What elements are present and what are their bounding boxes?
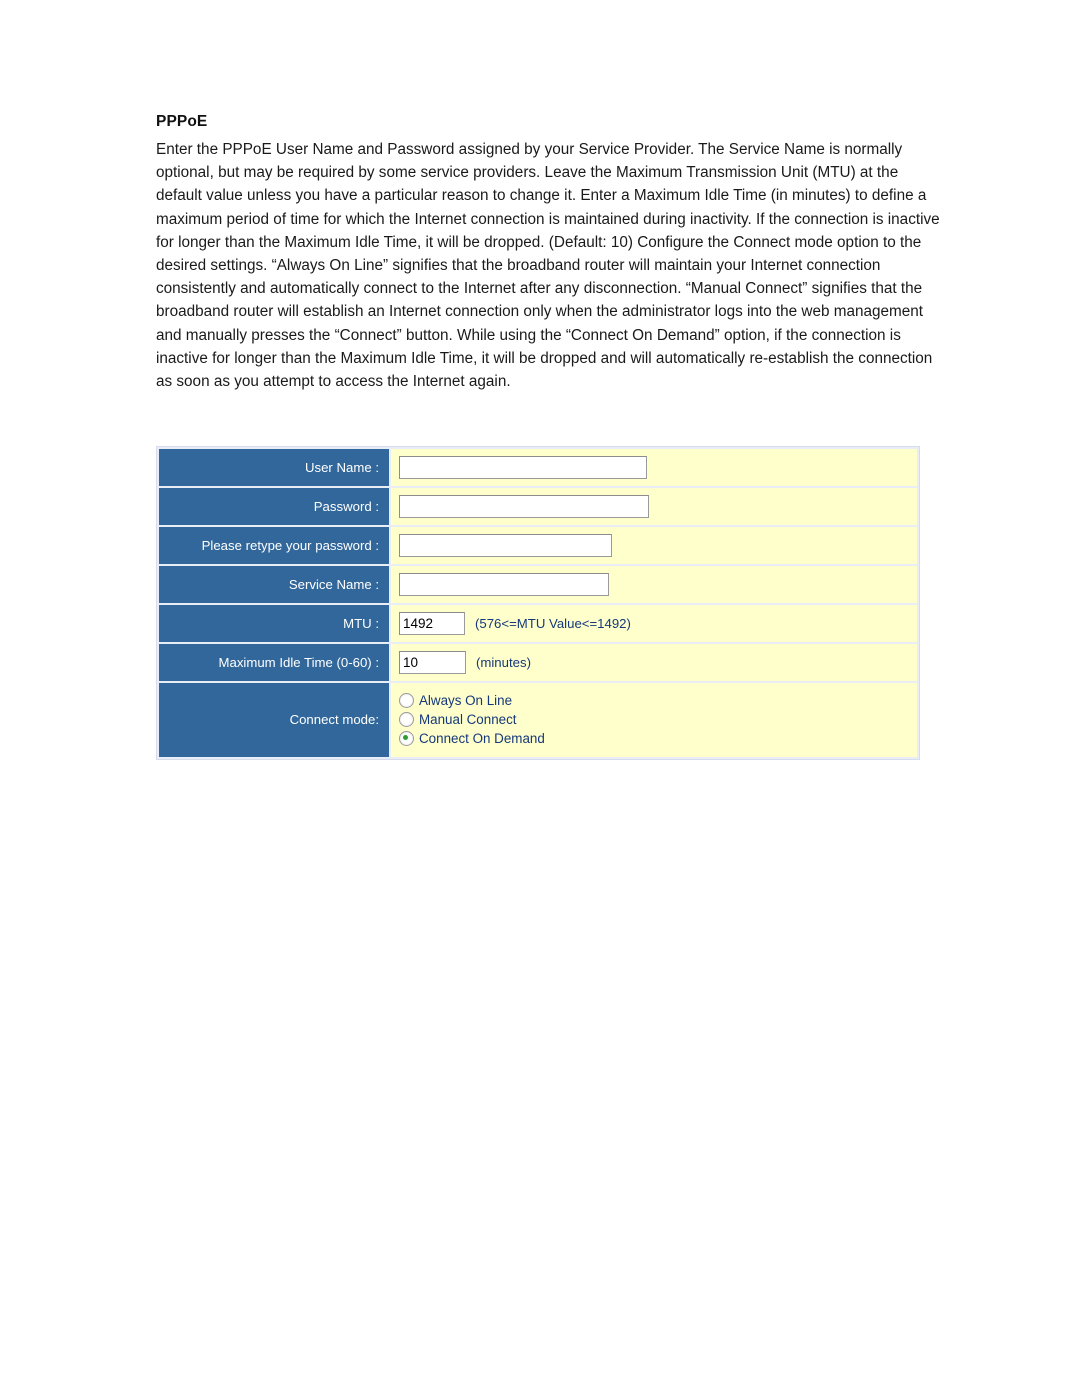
service-name-label: Service Name : bbox=[159, 566, 391, 603]
mtu-input[interactable] bbox=[399, 612, 465, 635]
service-name-field-cell bbox=[391, 566, 917, 603]
connect-mode-option-always-on-line[interactable]: Always On Line bbox=[399, 692, 512, 709]
description-paragraph: Enter the PPPoE User Name and Password a… bbox=[156, 141, 940, 391]
max-idle-time-input[interactable] bbox=[399, 651, 466, 674]
document-content: PPPoE Enter the PPPoE User Name and Pass… bbox=[156, 113, 946, 393]
password-label: Password : bbox=[159, 488, 391, 525]
max-idle-time-hint: (minutes) bbox=[476, 655, 531, 670]
row-connect-mode: Connect mode: Always On Line Manual Conn… bbox=[159, 683, 917, 757]
retype-password-field-cell bbox=[391, 527, 917, 564]
row-max-idle-time: Maximum Idle Time (0-60) : (minutes) bbox=[159, 644, 917, 683]
radio-unchecked-icon[interactable] bbox=[399, 712, 414, 727]
row-retype-password: Please retype your password : bbox=[159, 527, 917, 566]
row-password: Password : bbox=[159, 488, 917, 527]
max-idle-time-label: Maximum Idle Time (0-60) : bbox=[159, 644, 391, 681]
radio-checked-icon[interactable] bbox=[399, 731, 414, 746]
mtu-field-cell: (576<=MTU Value<=1492) bbox=[391, 605, 917, 642]
user-name-input[interactable] bbox=[399, 456, 647, 479]
page-title: PPPoE bbox=[156, 113, 208, 130]
retype-password-input[interactable] bbox=[399, 534, 612, 557]
max-idle-time-field-cell: (minutes) bbox=[391, 644, 917, 681]
connect-mode-options: Always On Line Manual Connect Connect On… bbox=[391, 683, 917, 757]
user-name-label: User Name : bbox=[159, 449, 391, 486]
document-page: PPPoE Enter the PPPoE User Name and Pass… bbox=[0, 0, 1080, 1397]
row-service-name: Service Name : bbox=[159, 566, 917, 605]
password-field-cell bbox=[391, 488, 917, 525]
retype-password-label: Please retype your password : bbox=[159, 527, 391, 564]
connect-mode-option-manual-connect[interactable]: Manual Connect bbox=[399, 711, 517, 728]
radio-unchecked-icon[interactable] bbox=[399, 693, 414, 708]
connect-mode-option-label: Always On Line bbox=[419, 693, 513, 708]
mtu-label: MTU : bbox=[159, 605, 391, 642]
connect-mode-label: Connect mode: bbox=[159, 683, 391, 757]
connect-mode-option-connect-on-demand[interactable]: Connect On Demand bbox=[399, 730, 545, 747]
row-user-name: User Name : bbox=[159, 449, 917, 488]
user-name-field-cell bbox=[391, 449, 917, 486]
pppoe-settings-panel: User Name : Password : Please retype you… bbox=[156, 446, 920, 760]
connect-mode-option-label: Manual Connect bbox=[419, 712, 517, 727]
mtu-hint: (576<=MTU Value<=1492) bbox=[475, 616, 631, 631]
service-name-input[interactable] bbox=[399, 573, 609, 596]
row-mtu: MTU : (576<=MTU Value<=1492) bbox=[159, 605, 917, 644]
password-input[interactable] bbox=[399, 495, 649, 518]
connect-mode-option-label: Connect On Demand bbox=[419, 731, 545, 746]
